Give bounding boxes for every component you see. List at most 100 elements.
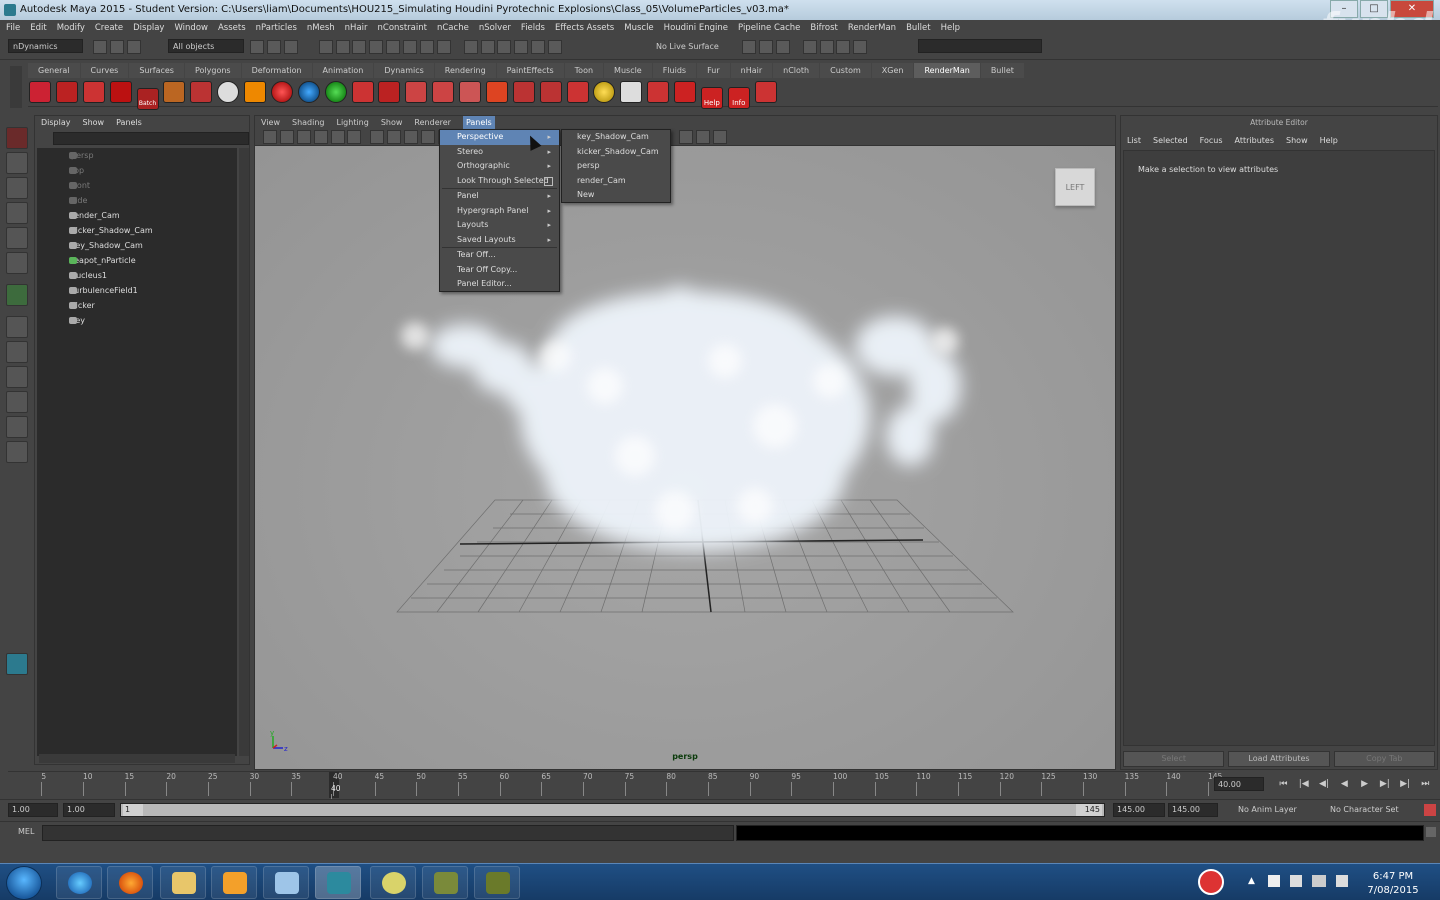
toggle-rendering-icon[interactable] bbox=[853, 40, 868, 54]
renderman-light-icon[interactable] bbox=[244, 81, 266, 103]
taskbar-it[interactable] bbox=[370, 866, 416, 899]
shelf-tab-dynamics[interactable]: Dynamics bbox=[374, 63, 434, 78]
current-frame-field[interactable]: 40.00 bbox=[1214, 777, 1264, 791]
shelf-tab-muscle[interactable]: Muscle bbox=[604, 63, 652, 78]
taskbar-houdini-2[interactable] bbox=[474, 866, 520, 899]
shelf-tab-polygons[interactable]: Polygons bbox=[184, 63, 241, 78]
range-slider-end-handle[interactable]: 145 bbox=[1076, 804, 1102, 816]
viewport-menu-renderer[interactable]: Renderer bbox=[414, 116, 451, 129]
attribute-menu-list[interactable]: List bbox=[1127, 134, 1141, 148]
character-set-dropdown[interactable]: No Character Set bbox=[1330, 805, 1399, 814]
renderman-layers-icon[interactable] bbox=[539, 81, 562, 103]
camera-attributes-icon[interactable] bbox=[279, 130, 294, 144]
toggle-character-icon[interactable] bbox=[836, 40, 851, 54]
shelf-tab-bullet[interactable]: Bullet bbox=[980, 63, 1024, 78]
clock[interactable]: 6:47 PM 7/08/2015 bbox=[1358, 870, 1428, 898]
select-object-icon[interactable] bbox=[266, 40, 281, 54]
menu-bifrost[interactable]: Bifrost bbox=[810, 20, 837, 36]
renderman-camera-icon[interactable] bbox=[512, 81, 535, 103]
animation-start-field[interactable]: 1.00 bbox=[8, 803, 58, 817]
menu-display[interactable]: Display bbox=[133, 20, 164, 36]
taskbar-notepad[interactable] bbox=[263, 866, 309, 899]
snap-point-icon[interactable] bbox=[352, 40, 367, 54]
ipr-render-icon[interactable] bbox=[514, 40, 529, 54]
renderman-teapot-icon[interactable] bbox=[459, 81, 481, 103]
viewport-canvas[interactable]: LEFT y z bbox=[255, 146, 1115, 769]
layout-single-icon[interactable] bbox=[6, 316, 28, 338]
step-back-frame-icon[interactable]: ◀| bbox=[1316, 777, 1331, 791]
outliner-item[interactable]: nucleus1 bbox=[37, 268, 237, 283]
rotate-tool-icon[interactable] bbox=[6, 227, 28, 249]
show-hidden-icons[interactable]: ▲ bbox=[1248, 876, 1255, 886]
shelf-tab-ncloth[interactable]: nCloth bbox=[773, 63, 820, 78]
copy-tab-button[interactable]: Copy Tab bbox=[1333, 751, 1435, 767]
shelf-tab-deformation[interactable]: Deformation bbox=[241, 63, 312, 78]
toggle-attribute-icon[interactable] bbox=[775, 40, 790, 54]
move-cross-icon[interactable] bbox=[620, 81, 643, 103]
menu-create[interactable]: Create bbox=[95, 20, 123, 36]
panels-menu-item-look-through-selected[interactable]: Look Through Selected bbox=[440, 174, 559, 189]
perspective-submenu-item-persp[interactable]: persp bbox=[562, 159, 670, 174]
menu-houdini-engine[interactable]: Houdini Engine bbox=[664, 20, 728, 36]
wireframe-icon[interactable] bbox=[679, 130, 693, 144]
render-settings-icon[interactable] bbox=[531, 40, 546, 54]
panels-menu-item-tear-off-copy[interactable]: Tear Off Copy... bbox=[440, 263, 559, 278]
shelf-tab-rendering[interactable]: Rendering bbox=[434, 63, 496, 78]
outliner-item[interactable]: key_Shadow_Cam bbox=[37, 238, 237, 253]
outliner-item[interactable]: teapot_nParticle bbox=[37, 253, 237, 268]
panels-menu-item-perspective[interactable]: Perspective ▸ bbox=[440, 130, 559, 145]
renderman-gear-icon[interactable] bbox=[378, 81, 401, 103]
gate-mask-icon[interactable] bbox=[420, 130, 435, 144]
toggle-channel-box-icon[interactable] bbox=[758, 40, 773, 54]
outliner-item[interactable]: top bbox=[37, 163, 237, 178]
layout-dope-icon[interactable] bbox=[6, 441, 28, 463]
snap-grid-icon[interactable] bbox=[318, 40, 333, 54]
menu-file[interactable]: File bbox=[6, 20, 20, 36]
select-tool-icon[interactable] bbox=[6, 127, 28, 149]
menu-muscle[interactable]: Muscle bbox=[624, 20, 653, 36]
renderman-plugin-icon[interactable] bbox=[754, 81, 777, 103]
green-sphere-icon[interactable] bbox=[324, 81, 347, 103]
action-center-icon[interactable] bbox=[1290, 875, 1302, 887]
renderman-flame-icon[interactable] bbox=[163, 81, 186, 103]
menu-help[interactable]: Help bbox=[941, 20, 960, 36]
menu-nparticles[interactable]: nParticles bbox=[256, 20, 297, 36]
scale-tool-icon[interactable] bbox=[6, 252, 28, 274]
toggle-tool-settings-icon[interactable] bbox=[802, 40, 817, 54]
shelf-menu-handle[interactable] bbox=[10, 66, 22, 108]
smooth-shade-icon[interactable] bbox=[695, 130, 710, 144]
outliner-menu-display[interactable]: Display bbox=[41, 116, 71, 130]
range-slider-start-handle[interactable]: 1 bbox=[123, 804, 143, 816]
perspective-submenu-item-kicker-shadow-cam[interactable]: kicker_Shadow_Cam bbox=[562, 145, 670, 160]
menu-fields[interactable]: Fields bbox=[521, 20, 545, 36]
start-button[interactable] bbox=[6, 866, 42, 900]
snap-plane-icon[interactable] bbox=[369, 40, 384, 54]
snap-curve-icon[interactable] bbox=[335, 40, 350, 54]
step-forward-frame-icon[interactable]: ▶| bbox=[1377, 777, 1392, 791]
auto-key-icon[interactable] bbox=[1424, 804, 1436, 816]
soft-mod-tool-icon[interactable] bbox=[6, 284, 28, 306]
selection-mask-dropdown[interactable]: All objects bbox=[168, 39, 244, 53]
camera-select-icon[interactable] bbox=[263, 130, 277, 144]
shelf-tab-animation[interactable]: Animation bbox=[312, 63, 374, 78]
panels-menu-item-saved-layouts[interactable]: Saved Layouts ▸ bbox=[440, 233, 559, 248]
select-hierarchy-icon[interactable] bbox=[250, 40, 264, 54]
range-slider[interactable]: 1 145 bbox=[120, 803, 1105, 817]
shelf-tab-renderman[interactable]: RenderMan bbox=[914, 63, 980, 78]
viewport-menu-show[interactable]: Show bbox=[381, 116, 403, 129]
viewport-menu-panels[interactable]: Panels bbox=[462, 116, 495, 129]
menu-nmesh[interactable]: nMesh bbox=[307, 20, 335, 36]
panels-menu-item-layouts[interactable]: Layouts ▸ bbox=[440, 218, 559, 233]
menu-pipeline-cache[interactable]: Pipeline Cache bbox=[738, 20, 800, 36]
time-slider[interactable]: 5 10 15 20 25 30 35 40 45 50 55 60 65 70 75 80 85 90 95 100… bbox=[8, 771, 1222, 808]
renderman-shader-icon[interactable] bbox=[190, 81, 213, 103]
select-button[interactable]: Select bbox=[1123, 751, 1225, 767]
renderman-batch-icon[interactable]: Batch bbox=[136, 88, 159, 110]
renderman-globals-icon[interactable] bbox=[29, 81, 51, 103]
load-attributes-button[interactable]: Load Attributes bbox=[1228, 751, 1330, 767]
checkbox[interactable] bbox=[544, 176, 553, 186]
renderman-info-icon[interactable]: Info bbox=[727, 87, 750, 109]
shelf-tab-surfaces[interactable]: Surfaces bbox=[129, 63, 184, 78]
mel-input[interactable] bbox=[42, 825, 734, 841]
menu-renderman[interactable]: RenderMan bbox=[848, 20, 896, 36]
